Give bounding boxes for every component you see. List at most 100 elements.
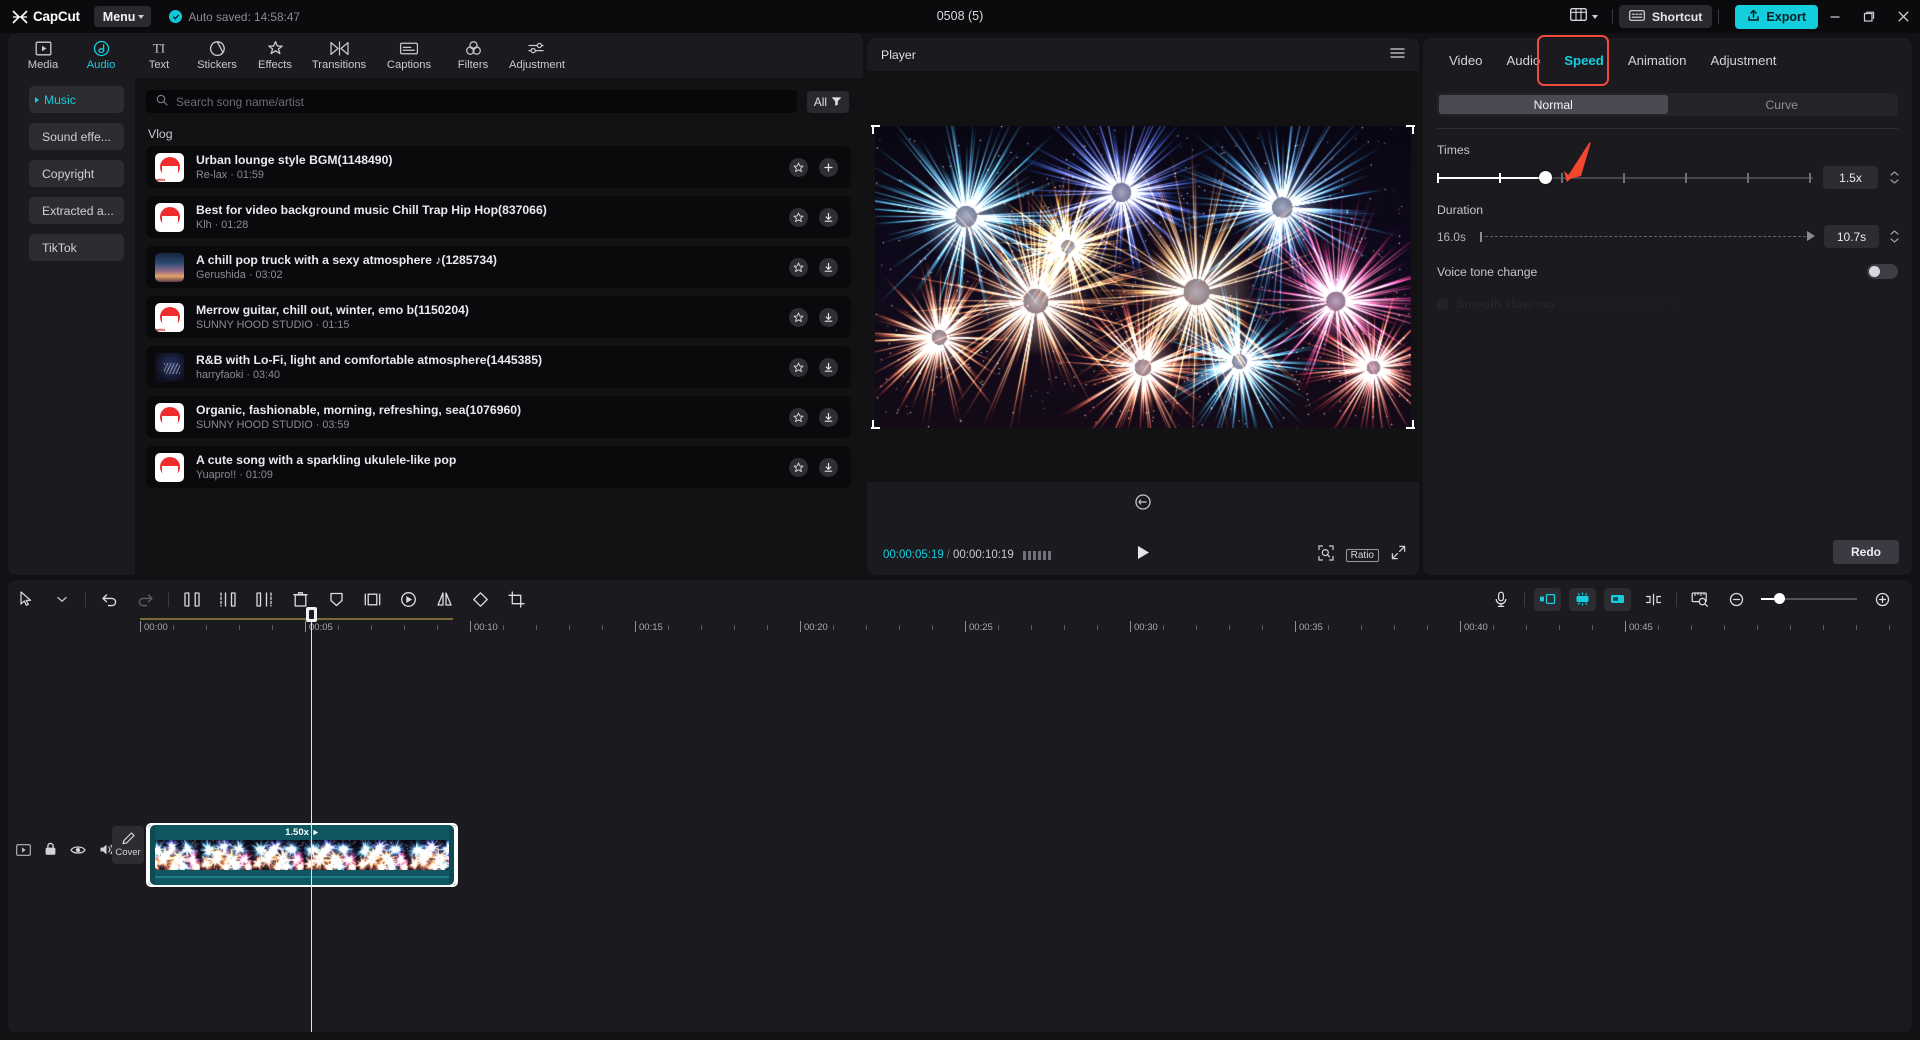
voice-tone-toggle[interactable] [1867, 264, 1898, 279]
favorite-button[interactable] [789, 208, 808, 227]
hamburger-icon[interactable] [1390, 46, 1405, 64]
select-cursor-button[interactable] [8, 580, 44, 618]
zoom-in-button[interactable] [1864, 580, 1900, 618]
times-spinner[interactable] [1888, 171, 1900, 184]
export-button[interactable]: Export [1735, 5, 1818, 29]
search-input[interactable] [176, 95, 787, 109]
nav-tab-adjustment[interactable]: Adjustment [502, 34, 572, 77]
tab-audio[interactable]: Audio [1495, 38, 1553, 83]
favorite-button[interactable] [789, 258, 808, 277]
clip-trim-handle-left[interactable] [147, 825, 155, 885]
list-item[interactable]: A cute song with a sparkling ukulele-lik… [146, 446, 851, 488]
download-button[interactable] [819, 408, 838, 427]
download-button[interactable] [819, 208, 838, 227]
video-preview[interactable] [875, 126, 1411, 428]
list-item[interactable]: artlist Merrow guitar, chill out, winter… [146, 296, 851, 338]
favorite-button[interactable] [789, 458, 808, 477]
microphone-button[interactable] [1483, 580, 1519, 618]
nav-tab-audio[interactable]: Audio [72, 34, 130, 77]
link-split-button[interactable] [1635, 580, 1671, 618]
fullscreen-button[interactable] [1391, 545, 1406, 565]
sidebar-item-copyright[interactable]: Copyright [29, 160, 124, 187]
frames-icon[interactable] [1023, 551, 1051, 560]
trim-left-button[interactable] [210, 580, 246, 618]
speed-mode-normal[interactable]: Normal [1439, 95, 1668, 114]
playhead-handle[interactable] [306, 607, 317, 622]
tool-dropdown-button[interactable] [44, 580, 80, 618]
download-button[interactable] [819, 258, 838, 277]
menu-button[interactable]: Menu [94, 6, 152, 27]
freeze-button[interactable] [318, 580, 354, 618]
rotate-button[interactable] [1134, 493, 1152, 511]
tab-video[interactable]: Video [1437, 38, 1495, 83]
mirror-button[interactable] [426, 580, 462, 618]
duration-value-input[interactable]: 10.7s [1824, 225, 1879, 248]
favorite-button[interactable] [789, 308, 808, 327]
ratio-button[interactable]: Ratio [1346, 549, 1379, 562]
duration-spinner[interactable] [1888, 230, 1900, 243]
crop-frame-button[interactable] [354, 580, 390, 618]
list-item[interactable]: A chill pop truck with a sexy atmosphere… [146, 246, 851, 288]
video-clip[interactable]: 1.50x [146, 823, 458, 887]
sidebar-item-tiktok[interactable]: TikTok [29, 234, 124, 261]
redo-button[interactable] [127, 580, 163, 618]
track-type-icon[interactable] [16, 843, 31, 861]
list-item[interactable]: Best for video background music Chill Tr… [146, 196, 851, 238]
play-button[interactable] [1135, 544, 1151, 566]
times-slider[interactable] [1437, 171, 1813, 185]
split-button[interactable] [174, 580, 210, 618]
trim-right-button[interactable] [246, 580, 282, 618]
snap-center-button[interactable] [1569, 588, 1596, 611]
minimize-button[interactable] [1818, 0, 1852, 33]
close-button[interactable] [1886, 0, 1920, 33]
list-item[interactable]: Organic, fashionable, morning, refreshin… [146, 396, 851, 438]
nav-tab-transitions[interactable]: Transitions [304, 34, 374, 77]
snap-left-button[interactable] [1534, 588, 1561, 611]
lock-icon[interactable] [44, 842, 57, 861]
times-slider-knob[interactable] [1539, 171, 1552, 184]
nav-tab-stickers[interactable]: Stickers [188, 34, 246, 77]
reverse-button[interactable] [390, 580, 426, 618]
zoom-fit-button[interactable] [1318, 545, 1334, 566]
maximize-button[interactable] [1852, 0, 1886, 33]
download-button[interactable] [819, 358, 838, 377]
zoom-slider-knob[interactable] [1774, 593, 1785, 604]
timeline-ruler[interactable]: 00:00 00:05 00:10 00:15 00:20 00:25 00:3… [8, 618, 1912, 638]
clip-trim-handle-right[interactable] [449, 825, 457, 885]
speed-mode-curve[interactable]: Curve [1668, 95, 1897, 114]
sidebar-item-sound-effects[interactable]: Sound effe... [29, 123, 124, 150]
layout-button[interactable] [1562, 8, 1606, 26]
add-to-timeline-button[interactable] [819, 158, 838, 177]
eye-icon[interactable] [70, 843, 86, 861]
rotate-button[interactable] [462, 580, 498, 618]
filter-all-button[interactable]: All [807, 91, 849, 113]
favorite-button[interactable] [789, 358, 808, 377]
redo-button[interactable]: Redo [1833, 540, 1899, 564]
nav-tab-text[interactable]: TI Text [130, 34, 188, 77]
tab-adjustment[interactable]: Adjustment [1698, 38, 1788, 83]
favorite-button[interactable] [789, 408, 808, 427]
undo-button[interactable] [91, 580, 127, 618]
nav-tab-media[interactable]: Media [14, 34, 72, 77]
sidebar-item-extracted-audio[interactable]: Extracted a... [29, 197, 124, 224]
tab-speed[interactable]: Speed [1552, 38, 1616, 83]
nav-tab-captions[interactable]: Captions [374, 34, 444, 77]
cover-button[interactable]: Cover [112, 826, 144, 864]
favorite-button[interactable] [789, 158, 808, 177]
snap-right-button[interactable] [1604, 588, 1631, 611]
timeline-zoom-slider[interactable] [1761, 592, 1857, 606]
zoom-out-button[interactable] [1718, 580, 1754, 618]
list-item[interactable]: R&B with Lo-Fi, light and comfortable at… [146, 346, 851, 388]
list-item[interactable]: artlist Urban lounge style BGM(1148490) … [146, 146, 851, 188]
times-value-input[interactable]: 1.5x [1823, 166, 1878, 189]
crop-button[interactable] [498, 580, 534, 618]
search-box[interactable] [146, 90, 797, 113]
nav-tab-effects[interactable]: Effects [246, 34, 304, 77]
ruler-zoom-button[interactable] [1682, 580, 1718, 618]
download-button[interactable] [819, 308, 838, 327]
tab-animation[interactable]: Animation [1616, 38, 1699, 83]
nav-tab-filters[interactable]: Filters [444, 34, 502, 77]
sidebar-item-music[interactable]: Music [29, 86, 124, 113]
playhead[interactable] [311, 618, 312, 1032]
download-button[interactable] [819, 458, 838, 477]
